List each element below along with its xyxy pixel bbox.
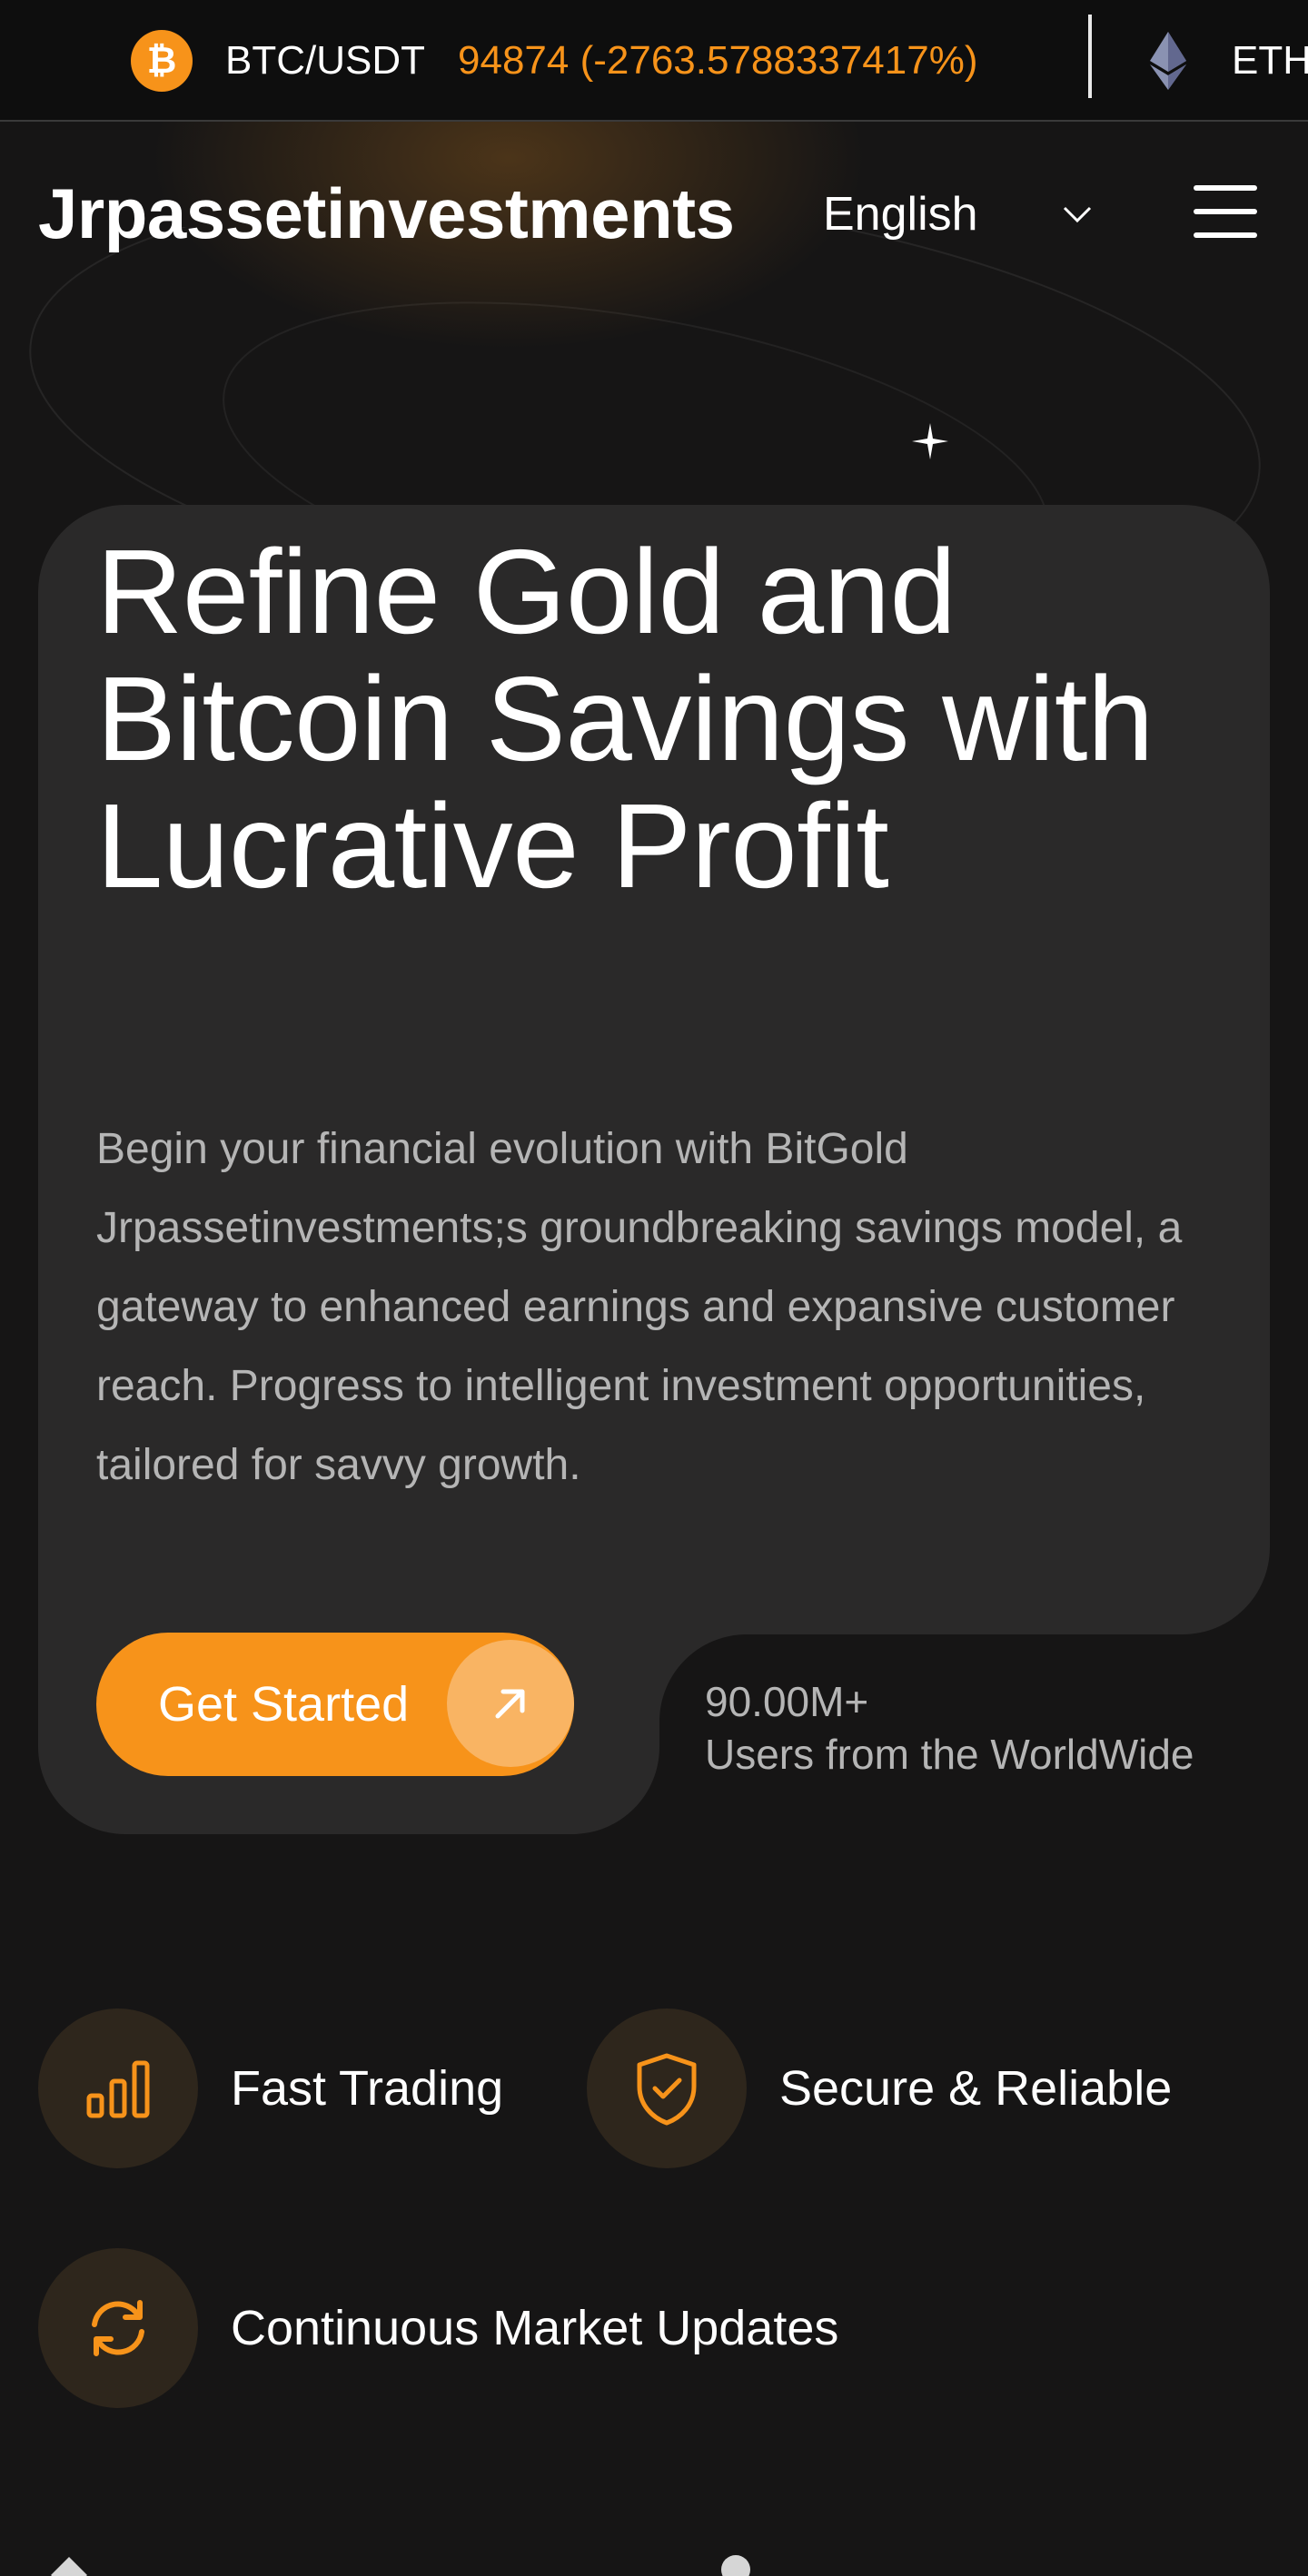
users-count: 90.00M+ <box>705 1678 869 1725</box>
ticker-divider <box>1088 15 1092 98</box>
refresh-icon <box>38 2248 198 2408</box>
ticker-symbol: BTC/USDT <box>225 38 425 83</box>
ticker-price: 94874 (-2763.5788337417%) <box>458 38 978 83</box>
feature-label: Fast Trading <box>231 2061 504 2116</box>
ticker-item-btc[interactable]: ₿ BTC/USDT 94874 (-2763.5788337417%) <box>131 0 978 120</box>
get-started-button[interactable]: Get Started <box>96 1633 574 1776</box>
partner-logos <box>0 2524 1308 2576</box>
hero-description: Begin your financial evolution with BitG… <box>96 1125 1183 1489</box>
language-selector[interactable]: English <box>823 178 978 251</box>
bar-chart-icon <box>38 2008 198 2168</box>
users-stat: 90.00M+ Users from the WorldWide <box>705 1676 1194 1781</box>
feature-fast-trading: Fast Trading <box>38 2008 503 2168</box>
ticker-item-eth[interactable]: ETH <box>1146 0 1308 120</box>
hamburger-menu-icon[interactable] <box>1194 185 1257 238</box>
arrow-up-right-icon <box>447 1640 574 1767</box>
sparkle-icon <box>912 423 948 459</box>
hero-title: Refine Gold and Bitcoin Savings with Luc… <box>96 525 1154 913</box>
users-label: Users from the WorldWide <box>705 1731 1194 1778</box>
chevron-down-icon[interactable] <box>1061 198 1094 231</box>
ticker-symbol: ETH <box>1232 38 1308 83</box>
partner-logo-icon <box>51 2557 87 2576</box>
bitcoin-icon: ₿ <box>131 30 193 92</box>
feature-label: Continuous Market Updates <box>231 2301 839 2355</box>
feature-label: Secure & Reliable <box>779 2061 1173 2116</box>
partner-logo-icon <box>721 2555 750 2576</box>
shield-check-icon <box>587 2008 747 2168</box>
site-logo[interactable]: Jrpassetinvestments <box>38 173 735 255</box>
ethereum-icon <box>1146 30 1190 92</box>
language-label: English <box>823 188 978 241</box>
feature-market-updates: Continuous Market Updates <box>38 2248 838 2408</box>
price-ticker: ₿ BTC/USDT 94874 (-2763.5788337417%) ETH <box>0 0 1308 122</box>
get-started-label: Get Started <box>158 1677 410 1732</box>
feature-secure-reliable: Secure & Reliable <box>587 2008 1172 2168</box>
